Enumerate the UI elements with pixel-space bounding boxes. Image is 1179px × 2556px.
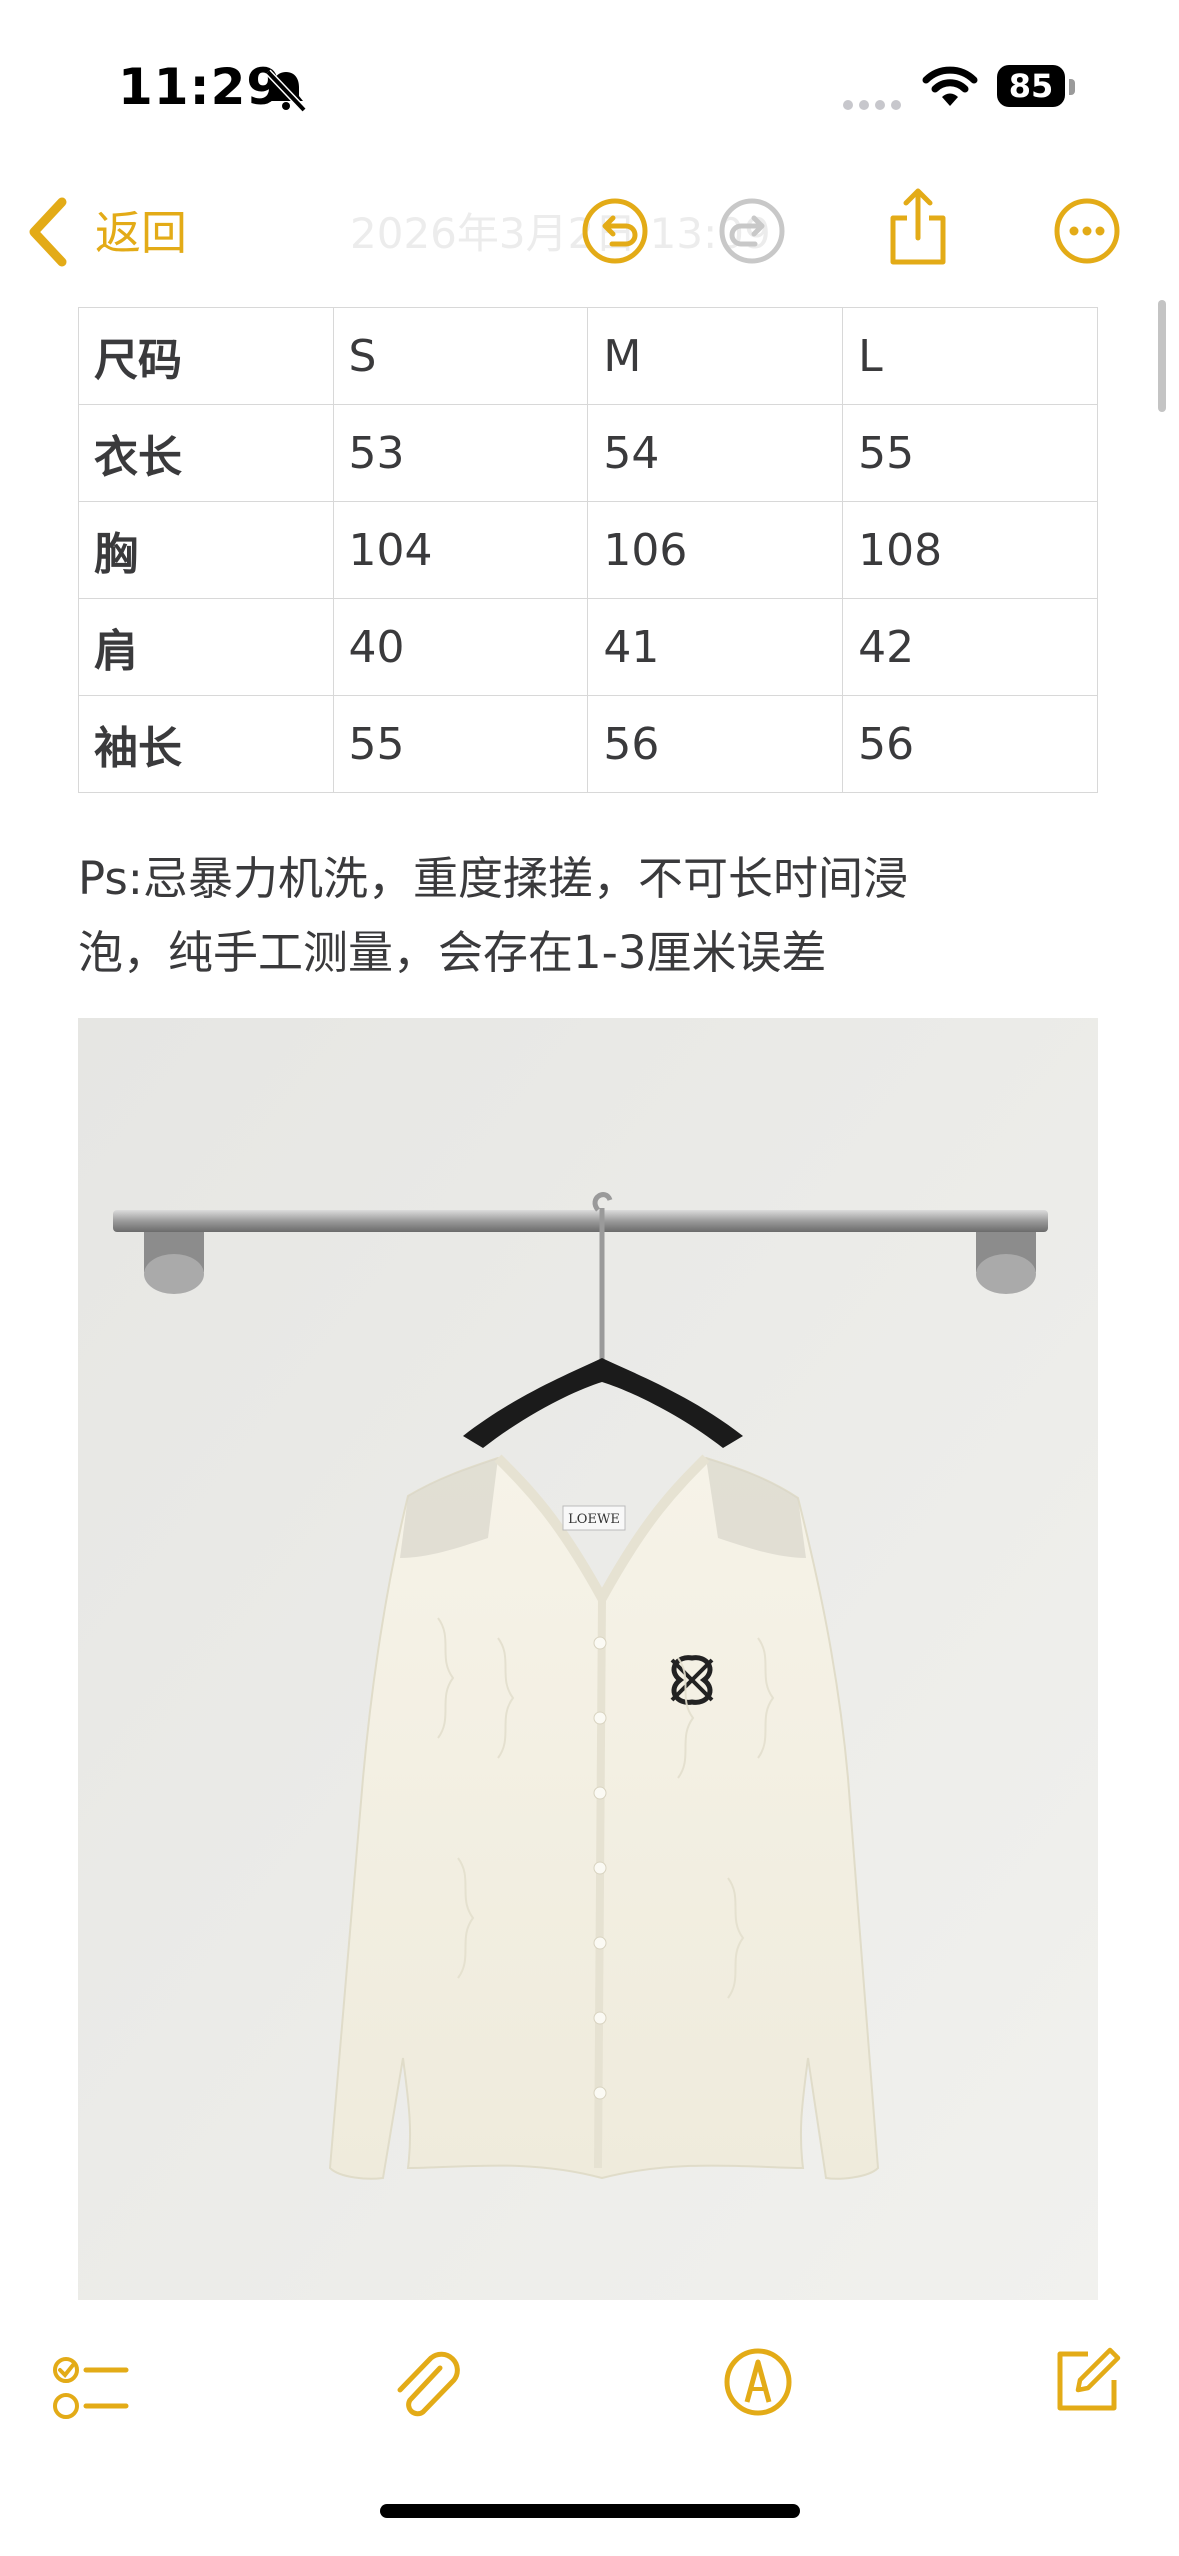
table-row: 袖长 55 56 56 bbox=[78, 695, 1098, 793]
table-header-row: 尺码 S M L bbox=[78, 307, 1098, 405]
status-bar: 11:29 85 bbox=[0, 0, 1179, 170]
compose-icon[interactable] bbox=[1052, 2346, 1122, 2416]
note-attachment-photo[interactable]: LOEWE bbox=[78, 1018, 1098, 2301]
table-cell[interactable]: 肩 bbox=[78, 598, 334, 696]
size-table: 尺码 S M L 衣长 53 54 55 胸 104 106 108 肩 40 … bbox=[78, 307, 1098, 793]
navigation-bar: 返回 2026年3月2日 13:09 bbox=[0, 170, 1179, 300]
table-cell[interactable]: M bbox=[587, 307, 844, 405]
note-date-title: 2026年3月2日 13:09 bbox=[350, 209, 771, 258]
checklist-icon[interactable] bbox=[52, 2354, 130, 2424]
table-cell[interactable]: 55 bbox=[842, 404, 1098, 502]
bell-slash-icon bbox=[265, 69, 307, 113]
more-icon[interactable] bbox=[1052, 196, 1122, 266]
scroll-indicator[interactable] bbox=[1158, 300, 1166, 412]
table-row: 肩 40 41 42 bbox=[78, 598, 1098, 696]
table-cell[interactable]: 108 bbox=[842, 501, 1098, 599]
table-cell[interactable]: 53 bbox=[332, 404, 589, 502]
chevron-left-icon[interactable] bbox=[26, 196, 70, 268]
home-indicator[interactable] bbox=[380, 2504, 800, 2518]
table-cell[interactable]: 袖长 bbox=[78, 695, 334, 793]
table-cell[interactable]: S bbox=[332, 307, 589, 405]
share-icon[interactable] bbox=[885, 186, 951, 268]
table-row: 衣长 53 54 55 bbox=[78, 404, 1098, 502]
markup-pen-icon[interactable] bbox=[722, 2346, 794, 2418]
battery-cap bbox=[1069, 79, 1075, 95]
status-time: 11:29 bbox=[118, 58, 283, 116]
table-cell[interactable]: 42 bbox=[842, 598, 1098, 696]
table-cell[interactable]: 106 bbox=[587, 501, 844, 599]
note-line: 泡，纯手工测量，会存在1-3厘米误差 bbox=[78, 926, 827, 979]
table-cell[interactable]: 56 bbox=[842, 695, 1098, 793]
table-cell[interactable]: L bbox=[842, 307, 1098, 405]
clothing-label-text: LOEWE bbox=[568, 1512, 620, 1527]
table-cell[interactable]: 41 bbox=[587, 598, 844, 696]
paperclip-icon[interactable] bbox=[390, 2348, 466, 2428]
redo-icon[interactable] bbox=[717, 196, 787, 266]
note-line: Ps:忌暴力机洗，重度揉搓，不可长时间浸 bbox=[78, 852, 908, 905]
table-cell[interactable]: 104 bbox=[332, 501, 589, 599]
table-cell[interactable]: 40 bbox=[332, 598, 589, 696]
table-cell[interactable]: 胸 bbox=[78, 501, 334, 599]
undo-icon[interactable] bbox=[580, 196, 650, 266]
table-row: 胸 104 106 108 bbox=[78, 501, 1098, 599]
table-cell[interactable]: 56 bbox=[587, 695, 844, 793]
table-cell[interactable]: 衣长 bbox=[78, 404, 334, 502]
signal-dots-icon bbox=[843, 95, 907, 114]
note-body-text[interactable]: Ps:忌暴力机洗，重度揉搓，不可长时间浸 泡，纯手工测量，会存在1-3厘米误差 bbox=[78, 842, 1108, 990]
wifi-icon bbox=[922, 66, 978, 106]
table-cell[interactable]: 尺码 bbox=[78, 307, 334, 405]
back-button[interactable]: 返回 bbox=[95, 197, 187, 263]
table-cell[interactable]: 54 bbox=[587, 404, 844, 502]
cardigan-photo: LOEWE bbox=[78, 1018, 1098, 2301]
table-cell[interactable]: 55 bbox=[332, 695, 589, 793]
battery-icon: 85 bbox=[997, 65, 1065, 107]
